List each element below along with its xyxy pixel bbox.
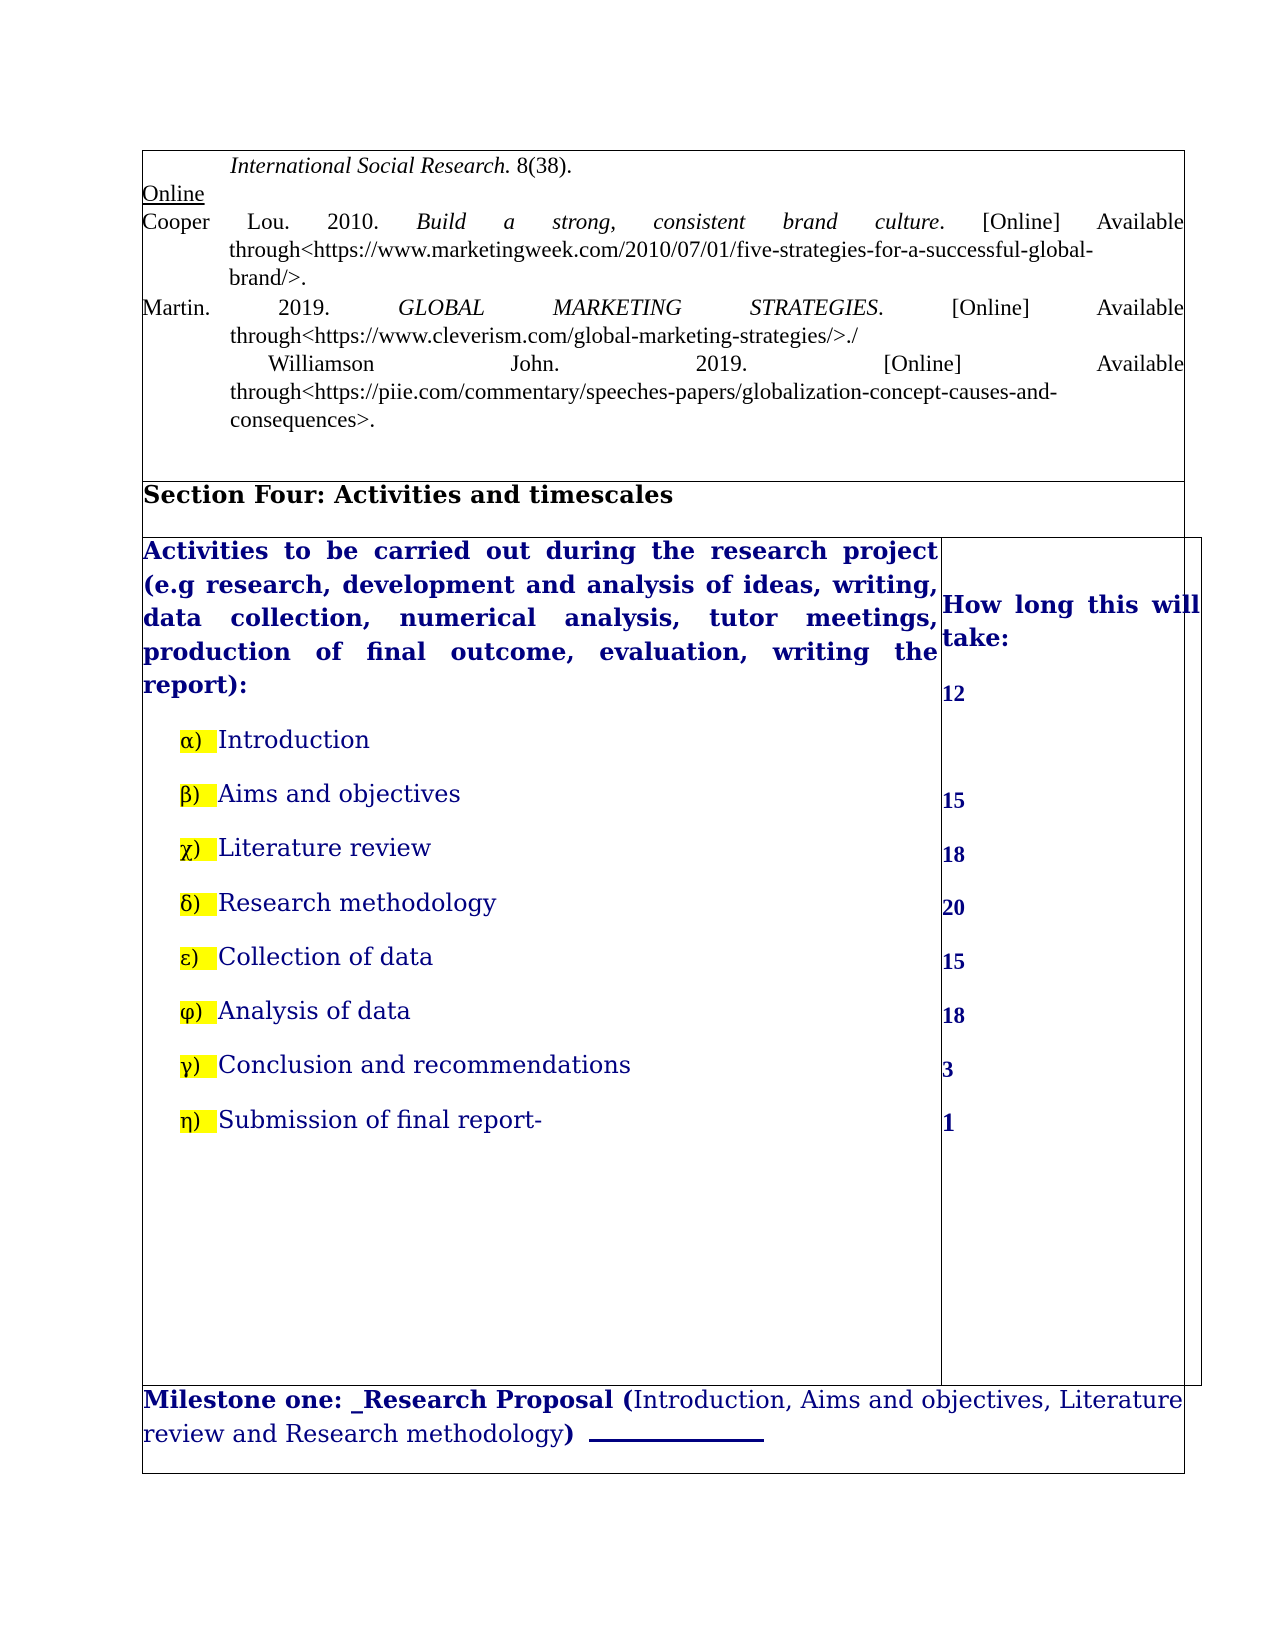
activity-marker: ε) [180, 947, 217, 970]
activity-marker: δ) [180, 893, 217, 916]
ref-online: [Online] [982, 209, 1061, 234]
duration-header: How long this will take: [942, 590, 1200, 652]
ref-author: Williamson [268, 351, 375, 376]
activity-duration: 15 [942, 949, 965, 974]
journal-title: International Social Research. [230, 153, 511, 178]
section-title: Section Four: Activities and timescales [143, 480, 674, 509]
ref-title: Build a strong, consistent brand culture [416, 209, 940, 234]
activity-marker: η) [180, 1110, 217, 1133]
activity-item: δ) Research methodology [180, 888, 496, 918]
ref-author: Martin. [142, 295, 211, 320]
reference-williamson-url-cont: consequences>. [230, 407, 376, 432]
ref-year: 2019. [695, 351, 748, 376]
journal-volume: 8(38). [510, 153, 573, 178]
activities-header: Activities to be carried out during the … [143, 536, 938, 699]
activity-label: Collection of data [218, 943, 434, 971]
reference-cooper-line1: Cooper Lou. 2010. Build a strong, consis… [142, 208, 1184, 236]
ref-punct: . [878, 295, 884, 320]
activity-marker: φ) [180, 1001, 217, 1024]
online-heading: Online [142, 181, 205, 206]
ref-author: Cooper Lou. [142, 209, 290, 234]
activity-item: φ) Analysis of data [180, 996, 411, 1026]
activity-label: Aims and objectives [218, 780, 461, 808]
activity-duration: 3 [942, 1057, 954, 1082]
activity-item: α) Introduction [180, 725, 370, 755]
milestone-blank-field[interactable] [588, 1438, 764, 1442]
activity-duration: 15 [942, 788, 965, 813]
activity-label: Submission of final report- [218, 1106, 543, 1134]
activity-marker: γ) [180, 1055, 217, 1078]
milestone-label: Milestone one: _Research Proposal ( [143, 1385, 634, 1414]
ref-available: Available [1096, 351, 1185, 376]
activity-duration: 18 [942, 842, 965, 867]
document-page: International Social Research. 8(38). On… [0, 0, 1275, 1651]
ref-title: STRATEGIES [749, 295, 879, 320]
reference-journal-tail: International Social Research. 8(38). [230, 152, 572, 180]
reference-williamson-url: through<https://piie.com/commentary/spee… [230, 379, 1058, 404]
milestone-close: ) [563, 1419, 575, 1448]
ref-online: [Online] [883, 351, 962, 376]
activity-label: Conclusion and recommendations [218, 1051, 632, 1079]
reference-martin-line1: Martin. 2019. GLOBAL MARKETING STRATEGIE… [142, 294, 1184, 322]
activity-label: Research methodology [218, 889, 497, 917]
activity-marker: β) [180, 784, 217, 807]
activity-label: Analysis of data [218, 997, 411, 1025]
activity-duration: 20 [942, 895, 965, 920]
ref-available: Available [1096, 295, 1185, 320]
activity-item: χ) Literature review [180, 833, 431, 863]
reference-cooper-url: through<https://www.marketingweek.com/20… [229, 237, 1094, 262]
reference-williamson-line1: Williamson John. 2019. [Online] Availabl… [268, 350, 1184, 378]
activity-item: γ) Conclusion and recommendations [180, 1050, 631, 1080]
activity-item: η) Submission of final report- [180, 1105, 542, 1135]
activity-label: Introduction [218, 726, 370, 754]
ref-title: GLOBAL [397, 295, 485, 320]
activity-marker: χ) [180, 838, 217, 861]
activity-duration: 12 [942, 681, 965, 706]
reference-cooper-url-cont: brand/>. [229, 265, 307, 290]
ref-available: Available [1096, 209, 1185, 234]
reference-martin-url: through<https://www.cleverism.com/global… [230, 323, 859, 348]
activity-marker: α) [180, 730, 217, 753]
ref-year: 2019. [278, 295, 331, 320]
milestone-text: Milestone one: _Research Proposal (Intro… [143, 1383, 1183, 1451]
ref-author-first: John. [510, 351, 560, 376]
ref-punct: . [939, 209, 945, 234]
ref-year: 2010. [327, 209, 379, 234]
activity-duration: 18 [942, 1003, 965, 1028]
activity-item: β) Aims and objectives [180, 779, 461, 809]
ref-title: MARKETING [552, 295, 682, 320]
ref-online: [Online] [951, 295, 1030, 320]
activity-label: Literature review [218, 834, 432, 862]
activity-item: ε) Collection of data [180, 942, 433, 972]
activity-duration: 1 [942, 1108, 955, 1137]
